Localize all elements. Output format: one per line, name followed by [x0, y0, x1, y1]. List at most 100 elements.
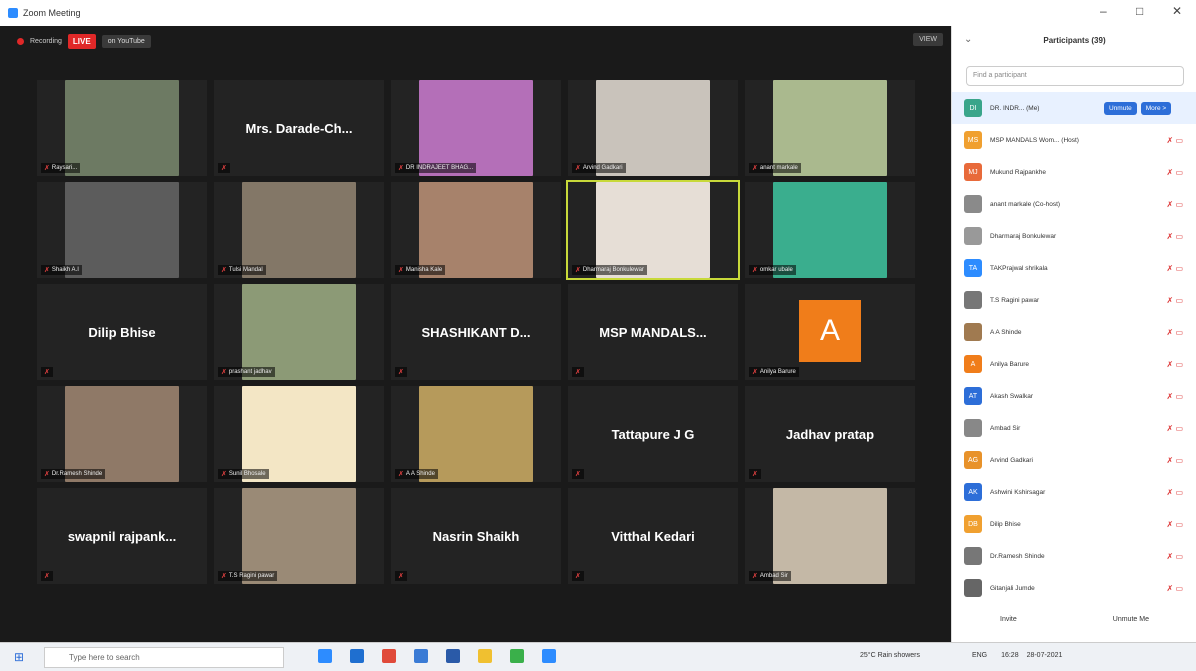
youtube-dropdown[interactable]: on YouTube: [101, 34, 151, 48]
participant-row[interactable]: TA TAKPrajwal shrikala ✗ ▭: [952, 252, 1196, 284]
muted-status-icon: ✗ ▭: [1166, 551, 1183, 561]
video-feed: [65, 80, 179, 176]
video-tile[interactable]: Mrs. Darade-Ch... ✗: [214, 80, 384, 176]
muted-mic-icon: ✗: [752, 267, 758, 274]
video-tile[interactable]: ✗ A A Shinde: [391, 386, 561, 482]
participant-name: DR. INDR... (Me): [990, 104, 1040, 112]
video-tile[interactable]: ✗ Sunil Bhosale: [214, 386, 384, 482]
unmute-me-button[interactable]: Unmute Me: [1113, 616, 1149, 623]
muted-status-icon: ✗ ▭: [1166, 359, 1183, 369]
more-button[interactable]: More >: [1140, 101, 1172, 115]
participant-search-input[interactable]: Find a participant: [966, 66, 1184, 86]
maximize-icon[interactable]: □: [1136, 4, 1143, 18]
video-tile[interactable]: A ✗ Anilya Barure: [745, 284, 915, 380]
video-tile[interactable]: ✗ Raysari...: [37, 80, 207, 176]
video-tile[interactable]: ✗ Manisha Kale: [391, 182, 561, 278]
participants-panel: ⌄ Participants (39) Find a participant D…: [951, 26, 1196, 642]
muted-mic-icon: ✗: [752, 471, 758, 478]
participant-row[interactable]: Dharmaraj Bonkulewar ✗ ▭: [952, 220, 1196, 252]
participant-row[interactable]: AG Arvind Gadkari ✗ ▭: [952, 444, 1196, 476]
video-tile[interactable]: ✗ Arvind Gadkari: [568, 80, 738, 176]
edge-icon[interactable]: [414, 649, 428, 663]
video-tile[interactable]: ✗ Tulsi Mandal: [214, 182, 384, 278]
video-tile[interactable]: ✗ prashant jadhav: [214, 284, 384, 380]
avatar: MS: [964, 131, 982, 149]
participant-name: Ashwini Kshirsagar: [990, 488, 1046, 496]
participant-name: Akash Swalkar: [990, 392, 1033, 400]
close-icon[interactable]: ✕: [1172, 4, 1182, 18]
muted-mic-icon: ✗: [752, 369, 758, 376]
video-tile[interactable]: Tattapure J G ✗: [568, 386, 738, 482]
invite-button[interactable]: Invite: [1000, 616, 1017, 623]
video-tile[interactable]: swapnil rajpank... ✗: [37, 488, 207, 584]
video-feed: [773, 488, 887, 584]
muted-status-icon: ✗ ▭: [1166, 167, 1183, 177]
store-icon[interactable]: [446, 649, 460, 663]
minimize-icon[interactable]: –: [1100, 4, 1107, 18]
video-tile[interactable]: ✗ DR INDRAJEET BHAG...: [391, 80, 561, 176]
participant-display-name: Jadhav pratap: [785, 426, 875, 442]
clock-date[interactable]: 28-07-2021: [1027, 652, 1063, 659]
muted-mic-icon: ✗: [221, 165, 227, 172]
participants-footer: Invite Unmute Me: [952, 616, 1196, 623]
video-tile[interactable]: ✗ omkar ubale: [745, 182, 915, 278]
tile-name-label: ✗ omkar ubale: [749, 265, 796, 275]
participant-row[interactable]: A Anilya Barure ✗ ▭: [952, 348, 1196, 380]
participant-name: Dr.Ramesh Shinde: [990, 552, 1045, 560]
participant-row[interactable]: AT Akash Swalkar ✗ ▭: [952, 380, 1196, 412]
video-tile[interactable]: ✗ Dharmaraj Bonkulewar: [566, 180, 740, 280]
video-tile[interactable]: MSP MANDALS... ✗: [568, 284, 738, 380]
video-tile[interactable]: ✗ Shaikh A.I: [37, 182, 207, 278]
video-tile[interactable]: ✗ anant markale: [745, 80, 915, 176]
participant-row[interactable]: AK Ashwini Kshirsagar ✗ ▭: [952, 476, 1196, 508]
video-tile[interactable]: Jadhav pratap ✗: [745, 386, 915, 482]
weather-label[interactable]: 25°C Rain showers: [860, 652, 920, 659]
taskview-icon[interactable]: [318, 649, 332, 663]
office-icon[interactable]: [382, 649, 396, 663]
muted-status-icon: ✗ ▭: [1166, 263, 1183, 273]
view-button[interactable]: VIEW: [913, 33, 943, 46]
zoom-taskbar-icon[interactable]: [542, 649, 556, 663]
participant-row[interactable]: T.S Ragini pawar ✗ ▭: [952, 284, 1196, 316]
participant-display-name: SHASHIKANT D...: [421, 324, 531, 340]
participant-row[interactable]: MS MSP MANDALS Wom... (Host) ✗ ▭: [952, 124, 1196, 156]
video-tile[interactable]: ✗ Dr.Ramesh Shinde: [37, 386, 207, 482]
participant-row[interactable]: DI DR. INDR... (Me) Unmute More >: [952, 92, 1196, 124]
clock-time[interactable]: 16:28: [1001, 652, 1019, 659]
participant-display-name: Tattapure J G: [611, 426, 695, 442]
tile-name-label: ✗ T.S Ragini pawar: [218, 571, 278, 581]
participant-row[interactable]: Gitanjali Jumde ✗ ▭: [952, 572, 1196, 604]
live-badge[interactable]: LIVE: [67, 33, 96, 49]
windows-start-icon[interactable]: ⊞: [14, 650, 24, 664]
participant-row[interactable]: Dr.Ramesh Shinde ✗ ▭: [952, 540, 1196, 572]
video-tile[interactable]: SHASHIKANT D... ✗: [391, 284, 561, 380]
video-tile[interactable]: Dilip Bhise ✗: [37, 284, 207, 380]
language-label[interactable]: ENG: [972, 652, 987, 659]
taskbar-apps: [318, 649, 556, 663]
participant-name: MSP MANDALS Wom... (Host): [990, 136, 1079, 144]
video-feed: [596, 80, 710, 176]
participant-row[interactable]: DB Dilip Bhise ✗ ▭: [952, 508, 1196, 540]
muted-mic-icon: ✗: [44, 165, 50, 172]
taskbar-search-input[interactable]: Type here to search: [44, 647, 284, 668]
muted-status-icon: ✗ ▭: [1166, 135, 1183, 145]
avatar: [964, 579, 982, 597]
chrome-icon[interactable]: [510, 649, 524, 663]
mail-icon[interactable]: [350, 649, 364, 663]
participant-row[interactable]: Ambad Sir ✗ ▭: [952, 412, 1196, 444]
meeting-area: Recording LIVE on YouTube VIEW ✗ Raysari.…: [7, 26, 951, 642]
participant-row[interactable]: anant markale (Co-host) ✗ ▭: [952, 188, 1196, 220]
video-tile[interactable]: ✗ Ambad Sir: [745, 488, 915, 584]
unmute-button[interactable]: Unmute: [1104, 101, 1137, 115]
muted-status-icon: ✗ ▭: [1166, 327, 1183, 337]
participant-row[interactable]: MJ Mukund Rajpankhe ✗ ▭: [952, 156, 1196, 188]
muted-mic-icon: ✗: [398, 471, 404, 478]
muted-mic-icon: ✗: [575, 165, 581, 172]
video-tile[interactable]: Nasrin Shaikh ✗: [391, 488, 561, 584]
participant-row[interactable]: A A Shinde ✗ ▭: [952, 316, 1196, 348]
folder-icon[interactable]: [478, 649, 492, 663]
video-tile[interactable]: Vitthal Kedari ✗: [568, 488, 738, 584]
video-tile[interactable]: ✗ T.S Ragini pawar: [214, 488, 384, 584]
muted-mic-icon: ✗: [575, 369, 581, 376]
muted-status-icon: ✗ ▭: [1166, 487, 1183, 497]
